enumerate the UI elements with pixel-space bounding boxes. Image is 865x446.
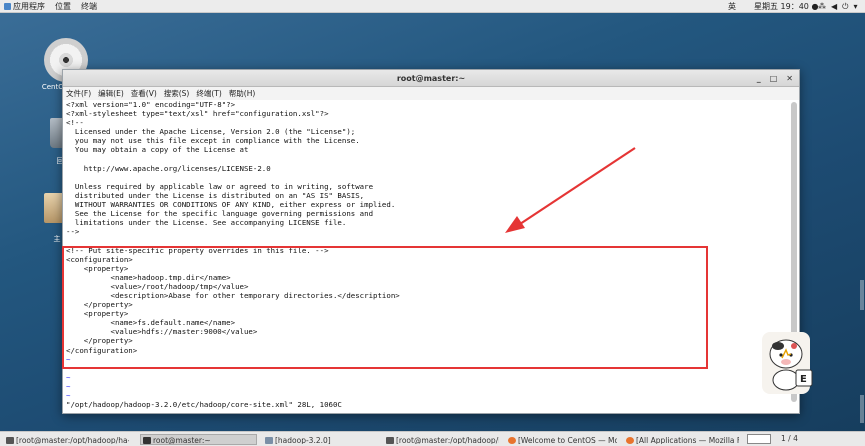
menu-terminal[interactable]: 终端(T) bbox=[196, 87, 221, 100]
window-titlebar[interactable]: root@master:~ _ □ ✕ bbox=[63, 70, 799, 87]
vim-empty-line-marker: ~ bbox=[66, 391, 71, 400]
power-icon: ⏻ bbox=[842, 2, 849, 11]
svg-text:E: E bbox=[800, 374, 807, 385]
terminal-line: <?xml-stylesheet type="text/xsl" href="c… bbox=[66, 109, 329, 119]
chevron-down-icon: ▾ bbox=[853, 2, 858, 11]
terminal-line: distributed under the License is distrib… bbox=[66, 190, 365, 200]
taskbar-item[interactable]: [Welcome to CentOS — Mozill... bbox=[505, 434, 618, 445]
minimize-icon[interactable]: _ bbox=[757, 70, 761, 87]
terminal-line: See the License for the specific languag… bbox=[66, 209, 374, 219]
menu-search[interactable]: 搜索(S) bbox=[164, 87, 190, 100]
terminal-line: <!-- bbox=[66, 118, 84, 128]
clock[interactable]: 星期五 19：40 ● bbox=[754, 0, 818, 13]
workspace-switcher[interactable] bbox=[747, 434, 771, 444]
taskbar-item[interactable]: [root@master:/opt/hadoop/ha-... bbox=[383, 434, 500, 445]
bottom-taskbar: [root@master:/opt/hadoop/ha-... root@mas… bbox=[0, 431, 865, 446]
maximize-icon[interactable]: □ bbox=[770, 70, 778, 87]
terminal-line: Unless required by applicable law or agr… bbox=[66, 181, 374, 191]
places-menu[interactable]: 位置 bbox=[55, 0, 71, 13]
vim-empty-line-marker: ~ bbox=[66, 381, 71, 391]
edge-handle bbox=[860, 395, 864, 423]
terminal-icon bbox=[386, 437, 394, 444]
taskbar-item[interactable]: [root@master:/opt/hadoop/ha-... bbox=[3, 434, 130, 445]
applications-menu[interactable]: 应用程序 bbox=[4, 0, 45, 13]
terminal-line: --> bbox=[66, 227, 80, 237]
close-icon[interactable]: ✕ bbox=[786, 70, 793, 87]
taskbar-item-active[interactable]: root@master:~ bbox=[140, 434, 257, 445]
volume-icon: ◀ bbox=[831, 2, 838, 11]
terminal-icon bbox=[143, 437, 151, 444]
terminal-line: you may not use this file except in comp… bbox=[66, 136, 360, 146]
cow-sticker-icon: E bbox=[762, 332, 813, 394]
menu-view[interactable]: 查看(V) bbox=[131, 87, 157, 100]
terminal-line: <?xml version="1.0" encoding="UTF-8"?> bbox=[66, 100, 236, 109]
menu-edit[interactable]: 编辑(E) bbox=[98, 87, 124, 100]
firefox-icon bbox=[508, 437, 516, 444]
network-icon: ⁂ bbox=[818, 2, 826, 11]
terminal-line: WITHOUT WARRANTIES OR CONDITIONS OF ANY … bbox=[66, 200, 396, 210]
top-panel: 应用程序 位置 终端 英 星期五 19：40 ● ⁂ ◀ ⏻ ▾ bbox=[0, 0, 865, 13]
terminal-line: http://www.apache.org/licenses/LICENSE-2… bbox=[66, 163, 271, 173]
taskbar-item[interactable]: [All Applications — Mozilla Fire... bbox=[623, 434, 740, 445]
vim-status-line: "/opt/hadoop/hadoop-3.2.0/etc/hadoop/cor… bbox=[66, 400, 342, 410]
edge-handle bbox=[860, 280, 864, 310]
highlight-annotation-box bbox=[62, 246, 708, 369]
terminal-line: limitations under the License. See accom… bbox=[66, 218, 347, 228]
terminal-menubar: 文件(F) 编辑(E) 查看(V) 搜索(S) 终端(T) 帮助(H) bbox=[63, 87, 799, 100]
workspace-indicator[interactable]: 1 / 4 bbox=[781, 432, 798, 446]
terminal-line: Licensed under the Apache License, Versi… bbox=[66, 127, 356, 137]
system-menu[interactable]: ⁂ ◀ ⏻ ▾ bbox=[818, 0, 858, 13]
terminal-line: You may obtain a copy of the License at bbox=[66, 145, 249, 155]
folder-icon bbox=[265, 437, 273, 444]
apps-icon bbox=[4, 3, 11, 10]
taskbar-item[interactable]: [hadoop-3.2.0] bbox=[262, 434, 379, 445]
terminal-menu[interactable]: 终端 bbox=[81, 0, 97, 13]
input-method-indicator[interactable]: 英 bbox=[728, 0, 736, 13]
menu-file[interactable]: 文件(F) bbox=[66, 87, 91, 100]
annotation-arrow-icon bbox=[505, 147, 636, 233]
vim-empty-line-marker: ~ bbox=[66, 372, 71, 382]
window-title: root@master:~ bbox=[396, 74, 466, 83]
firefox-icon bbox=[626, 437, 634, 444]
terminal-icon bbox=[6, 437, 14, 444]
menu-help[interactable]: 帮助(H) bbox=[229, 87, 256, 100]
